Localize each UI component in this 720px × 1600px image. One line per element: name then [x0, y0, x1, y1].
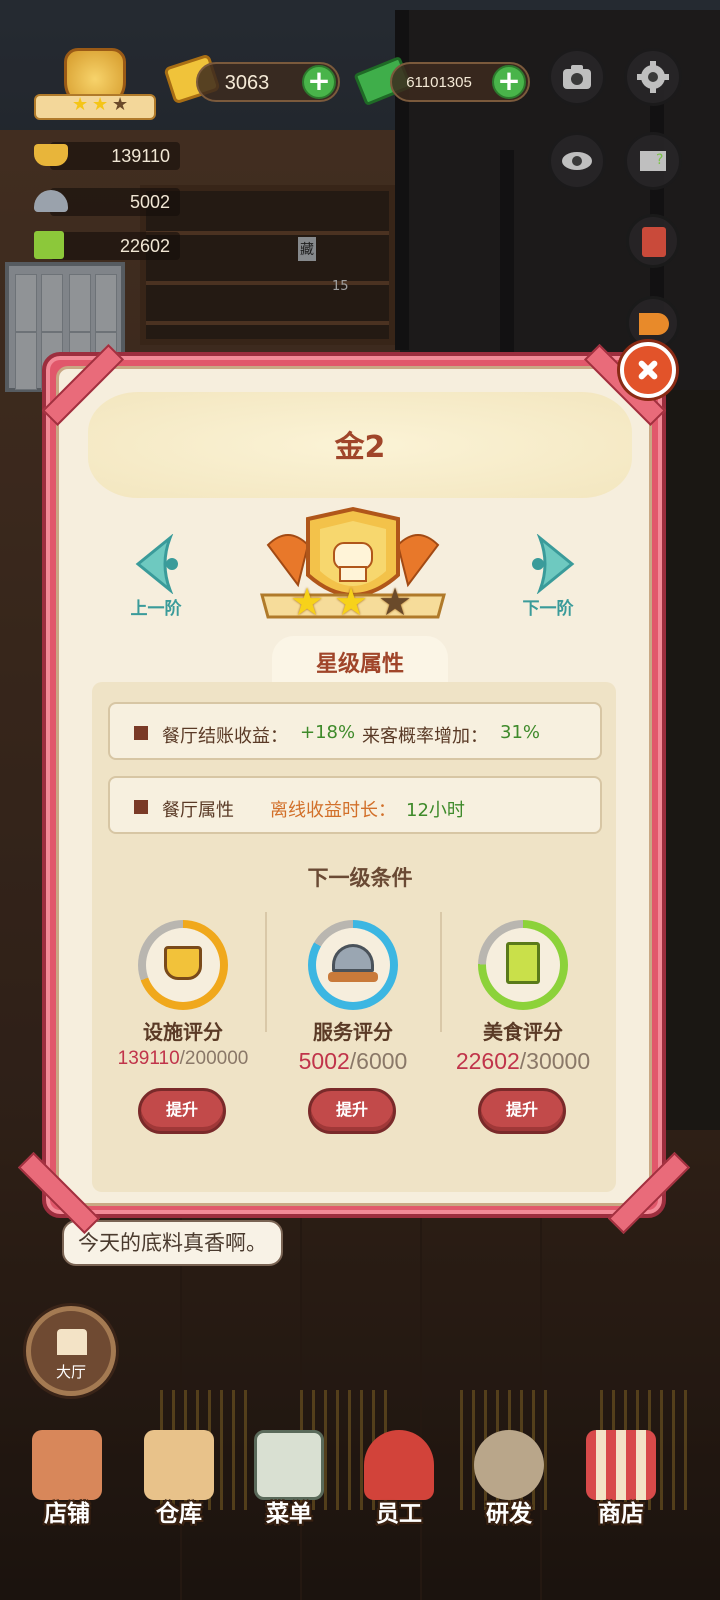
star-attributes-heading: 星级属性: [315, 652, 404, 677]
cooking-pot-icon: [474, 1430, 544, 1500]
next-rank-arrow-icon[interactable]: [520, 534, 580, 594]
nav-label: 员工: [376, 1501, 422, 1527]
food-upgrade-button[interactable]: 提升: [478, 1088, 566, 1134]
restaurant-rank-badge[interactable]: ★ ★ ★: [34, 44, 156, 128]
house-icon: [57, 1329, 87, 1355]
cash-counter: 61101305 +: [390, 62, 530, 102]
visit-chance-label: 来客概率增加：: [362, 726, 488, 747]
bottom-nav: 店铺 仓库 菜单 员工 研发 商店: [0, 1420, 720, 1600]
facility-stat: 139110: [20, 138, 180, 172]
add-gold-button[interactable]: +: [302, 65, 336, 99]
food-score-value: 22602/30000: [455, 1048, 591, 1074]
next-rank-label[interactable]: 下一阶: [508, 594, 588, 619]
nav-store[interactable]: 商店: [566, 1420, 676, 1600]
facility-pot-icon: [164, 946, 202, 980]
hall-button[interactable]: 大厅: [26, 1306, 116, 1396]
food-stat: 22602: [20, 228, 180, 262]
food-stat-value: 22602: [119, 236, 170, 256]
service-score-value: 5002/6000: [298, 1048, 408, 1074]
market-stall-icon: [586, 1430, 656, 1500]
nav-warehouse[interactable]: 仓库: [124, 1420, 234, 1600]
rank-title: 金2: [334, 430, 386, 465]
crate-icon: [144, 1430, 214, 1500]
nav-research[interactable]: 研发: [454, 1420, 564, 1600]
cash-value: 61101305: [406, 74, 472, 91]
revenue-attribute-row: 餐厅结账收益： +18% 来客概率增加： 31%: [108, 702, 602, 760]
recipe-book-icon: [642, 227, 666, 257]
facility-condition: 设施评分 139110/200000 提升: [98, 912, 268, 1152]
food-book-icon: [34, 231, 64, 259]
help-book-icon: ?: [640, 151, 666, 171]
clipboard-icon: [254, 1430, 324, 1500]
restaurant-attribute-label: 餐厅属性: [162, 800, 234, 821]
service-tray-icon: [328, 972, 378, 982]
svg-text:?: ?: [656, 152, 663, 168]
gold-counter: 3063 +: [196, 62, 340, 102]
gold-value: 3063: [224, 72, 270, 94]
filled-star-icon: ★: [290, 580, 325, 624]
service-stat-value: 5002: [129, 192, 170, 212]
facility-pot-icon: [34, 144, 68, 166]
food-book-icon: [506, 942, 540, 984]
chef-girl-icon: [364, 1430, 434, 1500]
close-button[interactable]: [620, 342, 676, 398]
nav-shop-front[interactable]: 店铺: [12, 1420, 122, 1600]
facility-score-value: 139110/200000: [117, 1048, 249, 1069]
visit-chance-value: 31%: [500, 722, 541, 743]
filled-star-icon: ★: [334, 580, 369, 624]
checkout-revenue-label: 餐厅结账收益：: [162, 726, 288, 747]
previous-rank-label[interactable]: 上一阶: [116, 594, 196, 619]
service-stat: 5002: [20, 184, 180, 218]
service-condition: 服务评分 5002/6000 提升: [268, 912, 438, 1152]
customer-speech-bubble: 今天的底料真香啊。: [62, 1220, 283, 1266]
frame-corner-ribbon: [36, 346, 106, 416]
facility-score-label: 设施评分: [143, 1020, 223, 1044]
offline-duration-value: 12小时: [406, 800, 465, 821]
service-upgrade-button[interactable]: 提升: [308, 1088, 396, 1134]
facility-stat-value: 139110: [111, 146, 170, 166]
service-score-label: 服务评分: [313, 1020, 393, 1044]
nav-label: 菜单: [266, 1501, 312, 1527]
previous-rank-arrow-icon[interactable]: [130, 534, 190, 594]
nav-label: 仓库: [156, 1501, 202, 1527]
storefront-icon: [32, 1430, 102, 1500]
offline-duration-label: 离线收益时长：: [270, 800, 396, 821]
nav-menu[interactable]: 菜单: [234, 1420, 344, 1600]
recipe-book-button[interactable]: [626, 214, 680, 268]
settings-button[interactable]: [624, 48, 682, 106]
camera-button[interactable]: [548, 48, 606, 106]
megaphone-icon: [639, 313, 669, 335]
nav-label: 店铺: [44, 1501, 90, 1527]
view-button[interactable]: [548, 132, 606, 190]
next-level-heading: 下一级条件: [307, 866, 413, 890]
gear-icon: [637, 61, 669, 93]
empty-star-icon: ★: [378, 580, 413, 624]
food-condition: 美食评分 22602/30000 提升: [438, 912, 608, 1152]
checkout-revenue-value: +18%: [300, 722, 356, 743]
hall-label: 大厅: [55, 1363, 86, 1381]
food-score-label: 美食评分: [483, 1020, 563, 1044]
facility-upgrade-button[interactable]: 提升: [138, 1088, 226, 1134]
add-cash-button[interactable]: +: [492, 65, 526, 99]
offline-attribute-row: 餐厅属性 离线收益时长： 12小时: [108, 776, 602, 834]
nav-label: 商店: [598, 1501, 644, 1527]
nav-staff[interactable]: 员工: [344, 1420, 454, 1600]
eye-icon: [562, 152, 592, 170]
nav-label: 研发: [486, 1501, 532, 1527]
camera-icon: [563, 65, 591, 89]
guide-button[interactable]: ?: [624, 132, 682, 190]
